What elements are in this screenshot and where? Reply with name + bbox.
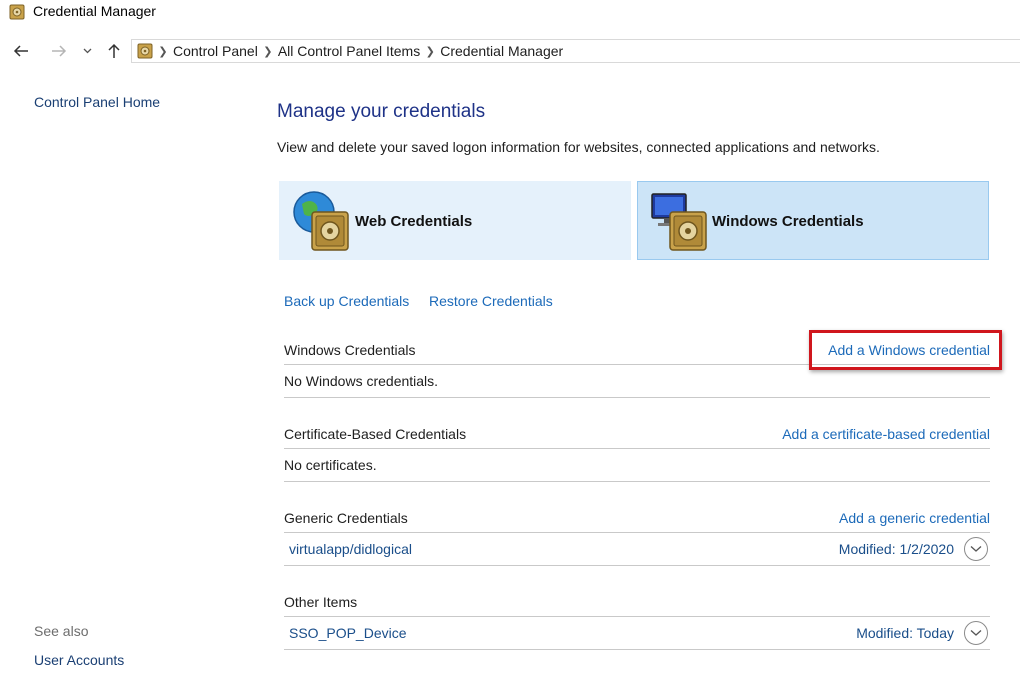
list-item[interactable]: SSO_POP_Device Modified: Today — [284, 618, 990, 650]
web-credentials-tile[interactable]: Web Credentials — [279, 181, 631, 260]
windows-credentials-tile[interactable]: Windows Credentials — [637, 181, 989, 260]
control-panel-home-link[interactable]: Control Panel Home — [34, 94, 160, 110]
breadcrumb-control-panel[interactable]: Control Panel — [173, 43, 258, 59]
add-generic-credential-link[interactable]: Add a generic credential — [839, 510, 990, 526]
add-certificate-credential-link[interactable]: Add a certificate-based credential — [782, 426, 990, 442]
navigation-bar: ❯ Control Panel ❯ All Control Panel Item… — [0, 36, 1020, 66]
title-bar: Credential Manager — [0, 0, 1020, 26]
up-button[interactable] — [102, 36, 126, 66]
modified-date: Modified: 1/2/2020 — [838, 541, 954, 557]
back-up-credentials-link[interactable]: Back up Credentials — [284, 293, 409, 309]
windows-credentials-label: Windows Credentials — [712, 213, 864, 230]
web-credentials-label: Web Credentials — [355, 213, 473, 230]
chevron-right-icon[interactable]: ❯ — [258, 45, 278, 58]
chevron-right-icon[interactable]: ❯ — [420, 45, 440, 58]
certificate-credentials-empty-row: No certificates. — [284, 450, 990, 482]
breadcrumb-credential-manager[interactable]: Credential Manager — [440, 43, 563, 59]
list-item[interactable]: virtualapp/didlogical Modified: 1/2/2020 — [284, 534, 990, 566]
globe-vault-icon — [293, 191, 349, 251]
arrow-right-icon — [52, 45, 67, 57]
other-items-section-header: Other Items — [284, 592, 990, 617]
empty-message: No certificates. — [284, 457, 377, 473]
section-label: Windows Credentials — [284, 342, 416, 358]
highlight-annotation — [809, 330, 1002, 370]
address-bar[interactable]: ❯ Control Panel ❯ All Control Panel Item… — [131, 39, 1020, 63]
expand-button[interactable] — [964, 537, 988, 561]
chevron-down-icon — [970, 546, 982, 552]
credential-vault-icon — [9, 4, 25, 20]
section-label: Other Items — [284, 594, 358, 610]
chevron-down-icon — [83, 48, 91, 54]
monitor-vault-icon — [651, 193, 707, 251]
forward-button[interactable] — [47, 36, 71, 66]
back-button[interactable] — [9, 36, 33, 66]
credential-name[interactable]: SSO_POP_Device — [289, 625, 407, 641]
see-also-heading: See also — [34, 623, 89, 639]
section-label: Certificate-Based Credentials — [284, 426, 467, 442]
expand-button[interactable] — [964, 621, 988, 645]
credential-name[interactable]: virtualapp/didlogical — [289, 541, 412, 557]
chevron-down-icon — [970, 630, 982, 636]
credential-vault-icon — [137, 43, 153, 59]
page-description: View and delete your saved logon informa… — [277, 139, 880, 155]
arrow-up-icon — [108, 43, 120, 58]
certificate-credentials-section-header: Certificate-Based Credentials Add a cert… — [284, 424, 990, 449]
arrow-left-icon — [13, 45, 28, 57]
modified-date: Modified: Today — [856, 625, 954, 641]
chevron-right-icon[interactable]: ❯ — [153, 45, 173, 58]
generic-credentials-section-header: Generic Credentials Add a generic creden… — [284, 508, 990, 533]
user-accounts-link[interactable]: User Accounts — [34, 652, 124, 668]
recent-locations-button[interactable] — [76, 36, 98, 66]
window-title: Credential Manager — [33, 3, 156, 19]
page-title: Manage your credentials — [277, 101, 486, 122]
restore-credentials-link[interactable]: Restore Credentials — [429, 293, 553, 309]
windows-credentials-empty-row: No Windows credentials. — [284, 366, 990, 398]
empty-message: No Windows credentials. — [284, 373, 439, 389]
section-label: Generic Credentials — [284, 510, 408, 526]
breadcrumb-all-control-panel-items[interactable]: All Control Panel Items — [278, 43, 420, 59]
